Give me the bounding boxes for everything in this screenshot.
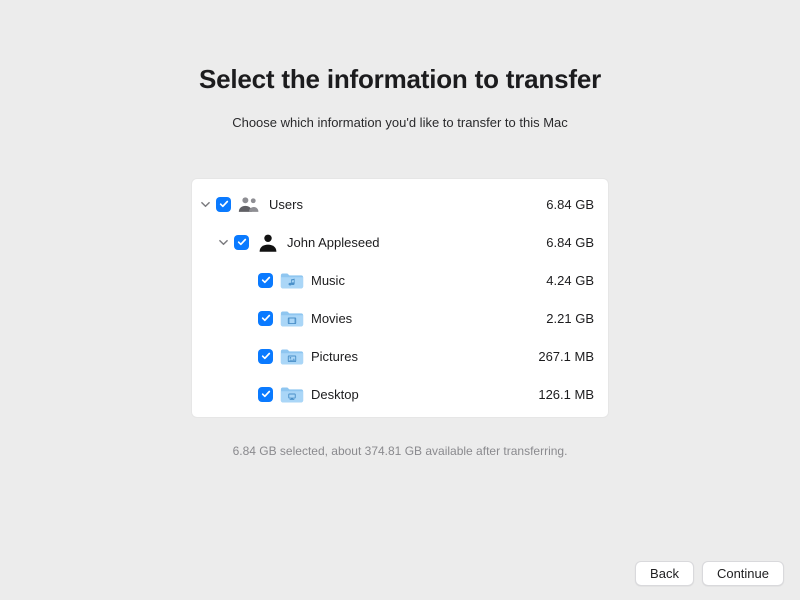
continue-button[interactable]: Continue (702, 561, 784, 586)
back-button[interactable]: Back (635, 561, 694, 586)
tree-label: Users (269, 197, 514, 212)
tree-size: 126.1 MB (514, 387, 594, 402)
tree-label: Music (311, 273, 514, 288)
checkbox-users[interactable] (216, 197, 231, 212)
tree-size: 4.24 GB (514, 273, 594, 288)
user-silhouette-icon (255, 231, 281, 253)
checkbox-item[interactable] (258, 311, 273, 326)
chevron-down-icon[interactable] (216, 235, 230, 249)
folder-movies-icon (279, 307, 305, 329)
tree-row-item[interactable]: Desktop 126.1 MB (192, 375, 608, 413)
tree-row-item[interactable]: Pictures 267.1 MB (192, 337, 608, 375)
tree-row-users[interactable]: Users 6.84 GB (192, 185, 608, 223)
folder-desktop-icon (279, 383, 305, 405)
tree-row-item[interactable]: Music 4.24 GB (192, 261, 608, 299)
users-group-icon (237, 193, 263, 215)
tree-label: Pictures (311, 349, 514, 364)
folder-music-icon (279, 269, 305, 291)
folder-pictures-icon (279, 345, 305, 367)
footer-buttons: Back Continue (635, 561, 784, 586)
checkbox-item[interactable] (258, 349, 273, 364)
tree-row-user[interactable]: John Appleseed 6.84 GB (192, 223, 608, 261)
tree-size: 6.84 GB (514, 235, 594, 250)
tree-label: John Appleseed (287, 235, 514, 250)
tree-label: Movies (311, 311, 514, 326)
checkbox-item[interactable] (258, 273, 273, 288)
status-text: 6.84 GB selected, about 374.81 GB availa… (233, 444, 568, 458)
chevron-down-icon[interactable] (198, 197, 212, 211)
page-title: Select the information to transfer (199, 64, 601, 95)
tree-size: 2.21 GB (514, 311, 594, 326)
page-subtitle: Choose which information you'd like to t… (232, 115, 568, 130)
transfer-tree-panel: Users 6.84 GB John Appleseed 6.84 GB (191, 178, 609, 418)
checkbox-item[interactable] (258, 387, 273, 402)
checkbox-user[interactable] (234, 235, 249, 250)
tree-label: Desktop (311, 387, 514, 402)
tree-row-item[interactable]: Movies 2.21 GB (192, 299, 608, 337)
tree-size: 6.84 GB (514, 197, 594, 212)
tree-size: 267.1 MB (514, 349, 594, 364)
